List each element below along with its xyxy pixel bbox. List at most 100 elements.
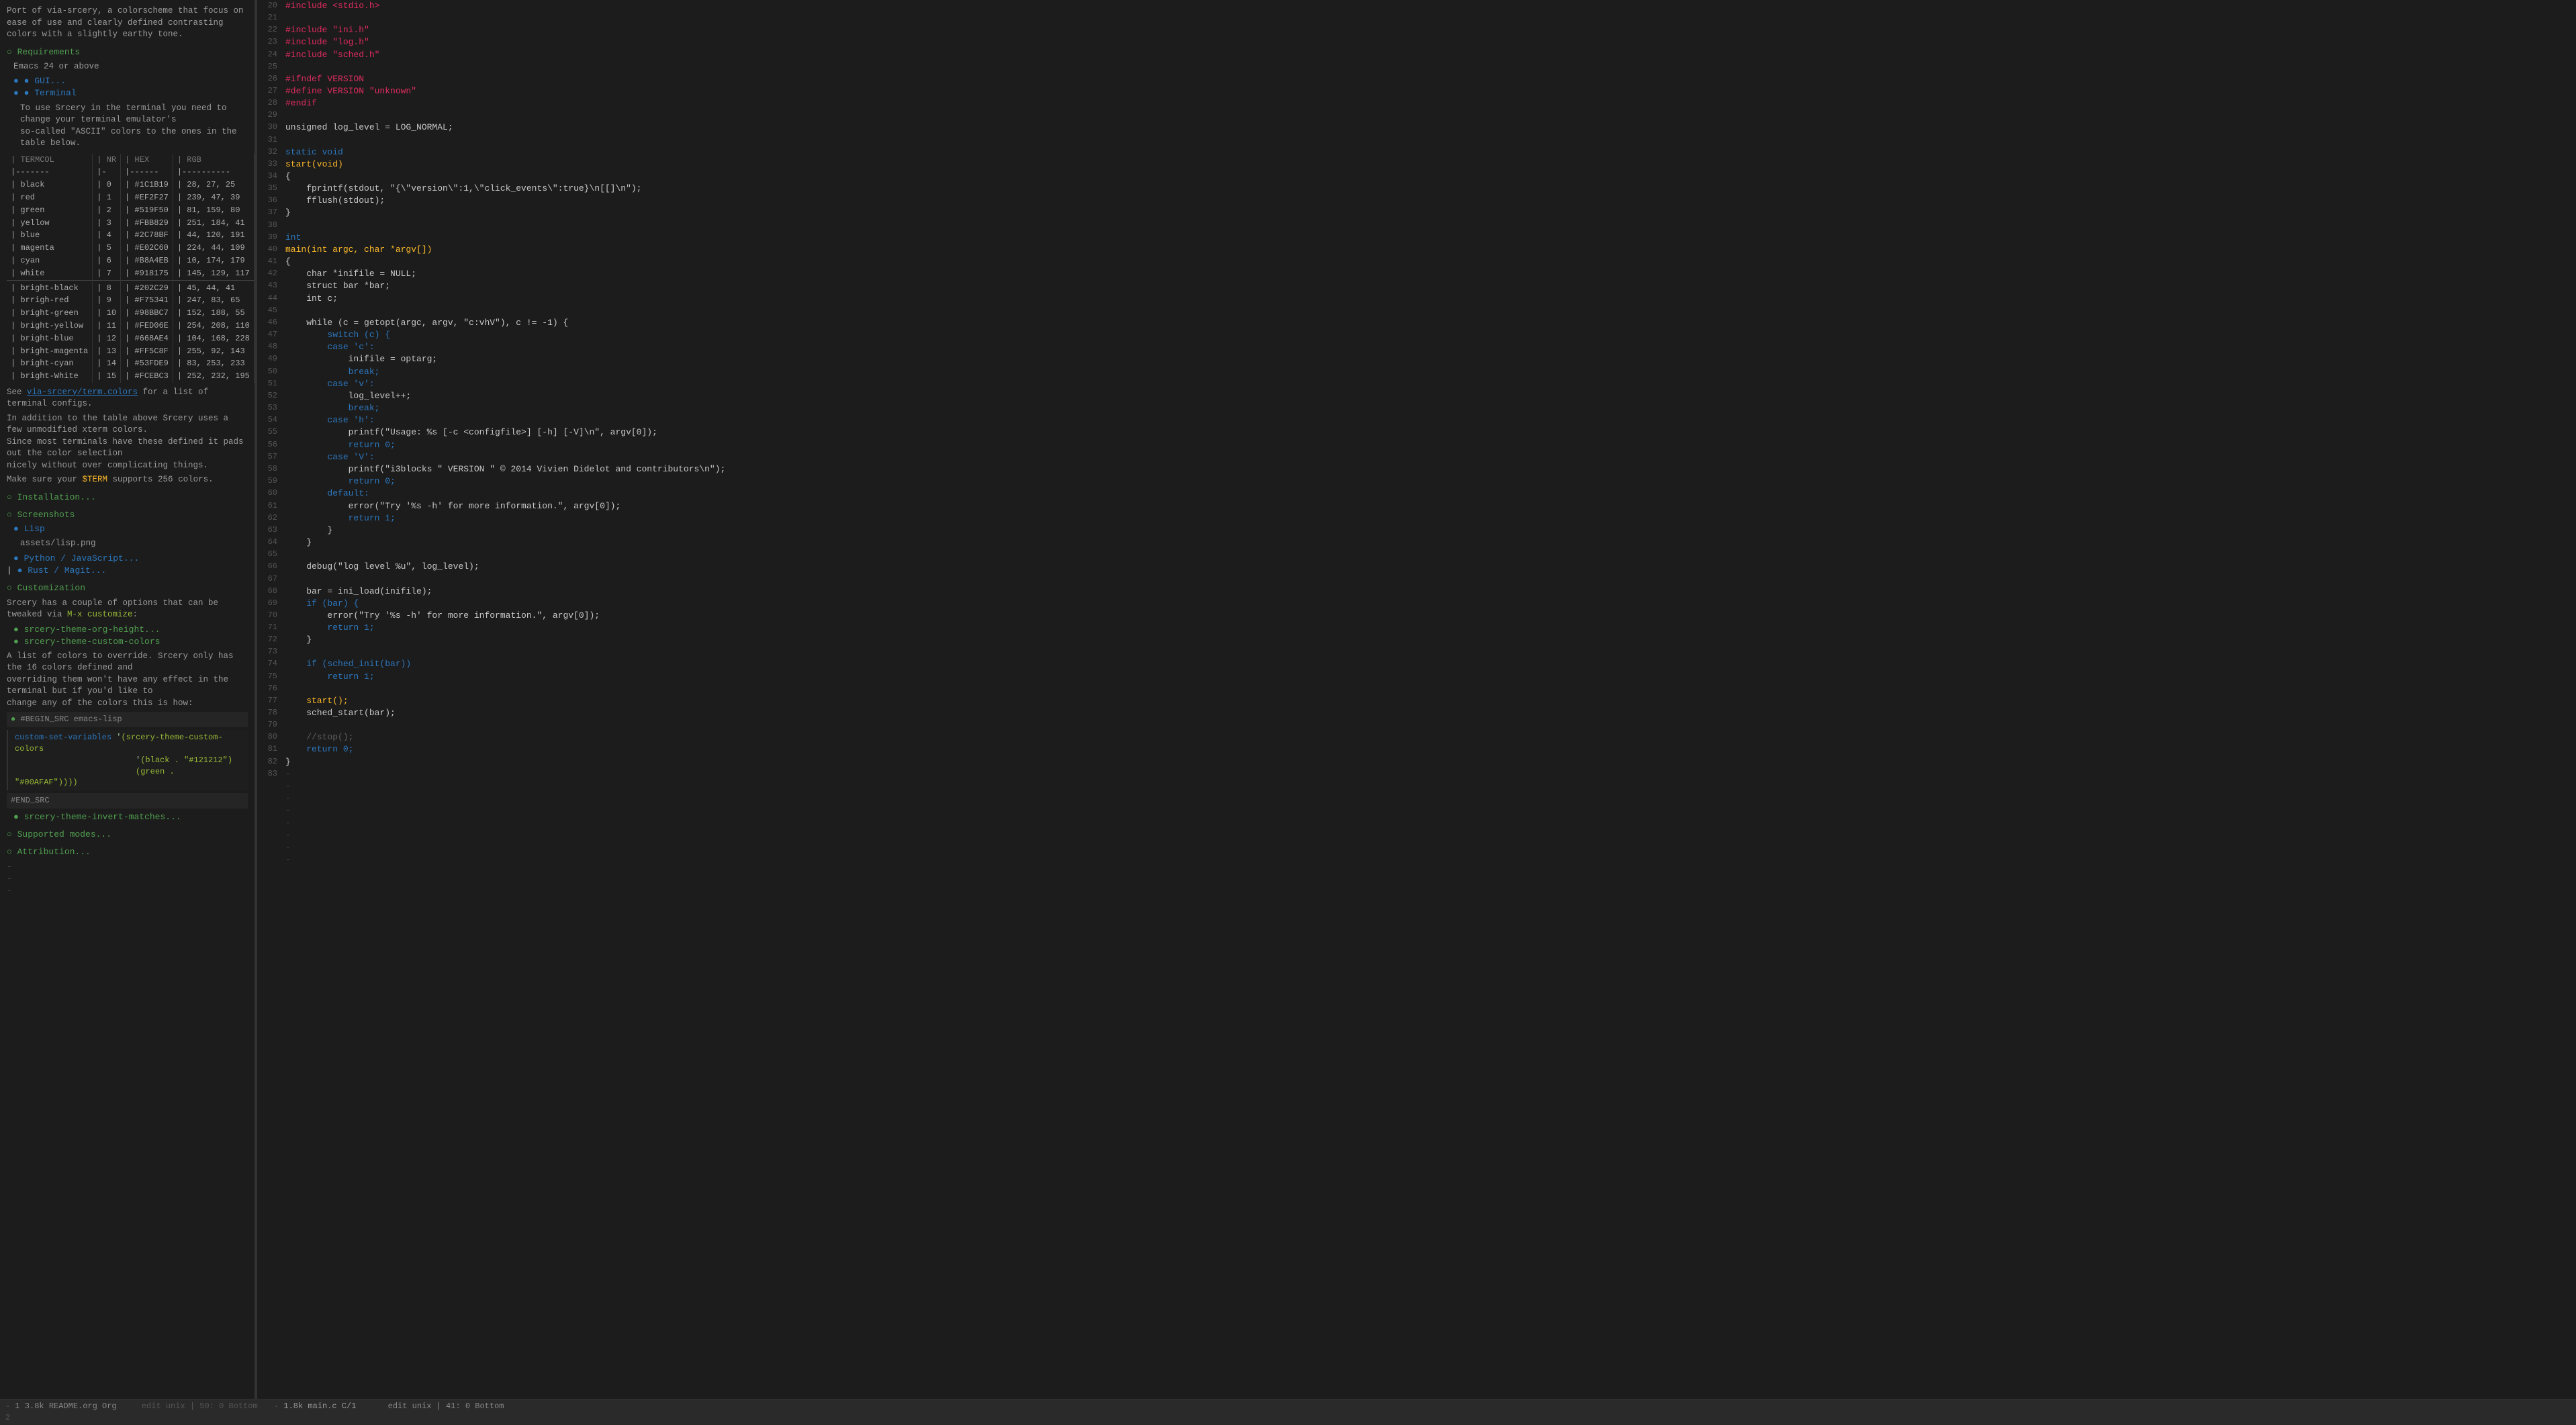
- invert-bullet[interactable]: ● srcery-theme-invert-matches...: [7, 811, 248, 823]
- code-line: 23#include "log.h": [257, 36, 2576, 48]
- screenshots-title[interactable]: ○ Screenshots: [7, 509, 248, 521]
- color-table: | TERMCOL | NR | HEX | RGB | |------- |-…: [7, 154, 255, 383]
- line-number: 21: [257, 12, 283, 24]
- gui-bullet[interactable]: ● ● GUI...: [7, 75, 248, 87]
- term-link[interactable]: via-srcery/term.colors: [27, 387, 138, 397]
- line-content: [283, 61, 2576, 73]
- line-content: [283, 12, 2576, 24]
- code-line: 50 break;: [257, 366, 2576, 378]
- line-content: return 1;: [283, 512, 2576, 524]
- code-line: 79: [257, 719, 2576, 731]
- srcery-height[interactable]: ● srcery-theme-org-height...: [7, 624, 248, 636]
- line-content: #include "ini.h": [283, 24, 2576, 36]
- line-content: log_level++;: [283, 390, 2576, 402]
- line-number: [257, 780, 283, 792]
- left-pane[interactable]: Port of via-srcery, a colorscheme that f…: [0, 0, 255, 1399]
- code-area: 20#include <stdio.h>2122#include "ini.h"…: [257, 0, 2576, 866]
- code-line: 63 }: [257, 524, 2576, 537]
- line-number: 65: [257, 549, 283, 561]
- line-content: [283, 109, 2576, 122]
- line-content: return 1;: [283, 671, 2576, 683]
- line-number: 49: [257, 353, 283, 365]
- left-status-text: 1 3.8k README.org Org: [15, 1401, 116, 1411]
- line-number: 73: [257, 646, 283, 658]
- line-content: break;: [283, 366, 2576, 378]
- line-number: 66: [257, 561, 283, 573]
- line-number: 74: [257, 658, 283, 670]
- code-line: 28#endif: [257, 97, 2576, 109]
- code-line: 34{: [257, 171, 2576, 183]
- line-content: start(void): [283, 158, 2576, 171]
- python-bullet[interactable]: ● Python / JavaScript...: [7, 553, 248, 565]
- line-number: [257, 792, 283, 805]
- line-number: 38: [257, 220, 283, 232]
- code-line: 76: [257, 683, 2576, 695]
- line-number: [257, 805, 283, 817]
- code-line: 77 start();: [257, 695, 2576, 707]
- code-line: 71 return 1;: [257, 622, 2576, 634]
- line-content: {: [283, 171, 2576, 183]
- line-content: error("Try '%s -h' for more information.…: [283, 500, 2576, 512]
- line-content: static void: [283, 146, 2576, 158]
- line-number: 82: [257, 756, 283, 768]
- installation-title[interactable]: ○ Installation...: [7, 492, 248, 504]
- line-number: 44: [257, 293, 283, 305]
- requirements-title: ○ Requirements: [7, 46, 248, 58]
- code-line: 72 }: [257, 634, 2576, 646]
- code-line: 41{: [257, 256, 2576, 268]
- code-line: 78 sched_start(bar);: [257, 707, 2576, 719]
- line-content: unsigned log_level = LOG_NORMAL;: [283, 122, 2576, 134]
- line-number: 39: [257, 232, 283, 244]
- code-line: 36 fflush(stdout);: [257, 195, 2576, 207]
- code-line: 61 error("Try '%s -h' for more informati…: [257, 500, 2576, 512]
- line-content: #define VERSION "unknown": [283, 85, 2576, 97]
- code-line: 69 if (bar) {: [257, 598, 2576, 610]
- line-number: 72: [257, 634, 283, 646]
- term-link-text: See via-srcery/term.colors for a list of…: [7, 387, 248, 410]
- line-number: 42: [257, 268, 283, 280]
- line-number: 69: [257, 598, 283, 610]
- line-content: [283, 549, 2576, 561]
- line-content: -: [283, 780, 2576, 792]
- code-line: 27#define VERSION "unknown": [257, 85, 2576, 97]
- code-line: -: [257, 780, 2576, 792]
- line-content: return 1;: [283, 622, 2576, 634]
- code-line: -: [257, 854, 2576, 866]
- lisp-bullet: ● Lisp: [7, 523, 248, 535]
- line-content: #include <stdio.h>: [283, 0, 2576, 12]
- code-line: 26#ifndef VERSION: [257, 73, 2576, 85]
- line-content: printf("i3blocks " VERSION " © 2014 Vivi…: [283, 463, 2576, 475]
- line-number: 32: [257, 146, 283, 158]
- right-pane[interactable]: 20#include <stdio.h>2122#include "ini.h"…: [257, 0, 2576, 1399]
- line-content: case 'V':: [283, 451, 2576, 463]
- line-content: }: [283, 524, 2576, 537]
- line-content: #ifndef VERSION: [283, 73, 2576, 85]
- code-line: 83-: [257, 768, 2576, 780]
- line-content: }: [283, 207, 2576, 219]
- left-status: - 1 3.8k README.org Org edit unix | 50: …: [5, 1401, 261, 1424]
- rust-bullet[interactable]: | ● Rust / Magit...: [7, 565, 248, 577]
- code-line: 65: [257, 549, 2576, 561]
- line-content: fprintf(stdout, "{\"version\":1,\"click_…: [283, 183, 2576, 195]
- code-line: 54 case 'h':: [257, 414, 2576, 426]
- line-content: }: [283, 537, 2576, 549]
- supported-title[interactable]: ○ Supported modes...: [7, 829, 248, 841]
- line-content: -: [283, 854, 2576, 866]
- line-number: 80: [257, 731, 283, 743]
- line-content: switch (c) {: [283, 329, 2576, 341]
- code-line: 51 case 'v':: [257, 378, 2576, 390]
- attribution-title[interactable]: ○ Attribution...: [7, 846, 248, 858]
- code-line: 24#include "sched.h": [257, 49, 2576, 61]
- code-line: 40main(int argc, char *argv[]): [257, 244, 2576, 256]
- line-number: 51: [257, 378, 283, 390]
- line-number: 47: [257, 329, 283, 341]
- line-number: [257, 854, 283, 866]
- line-content: error("Try '%s -h' for more information.…: [283, 610, 2576, 622]
- srcery-colors[interactable]: ● srcery-theme-custom-colors: [7, 636, 248, 648]
- line-number: 54: [257, 414, 283, 426]
- line-content: break;: [283, 402, 2576, 414]
- code-line: 21: [257, 12, 2576, 24]
- line-content: return 0;: [283, 439, 2576, 451]
- code-line: 39int: [257, 232, 2576, 244]
- line-number: 63: [257, 524, 283, 537]
